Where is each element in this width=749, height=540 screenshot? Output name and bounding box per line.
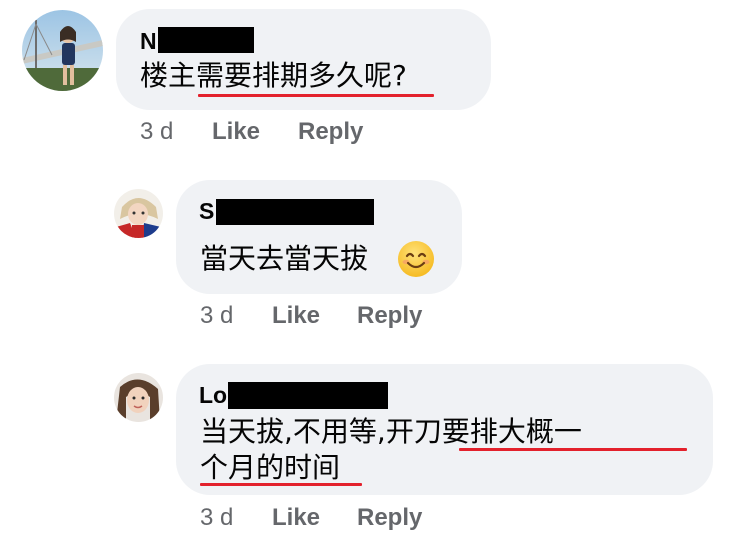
redacted-name-2 — [216, 199, 374, 225]
comment-text-3-underlined-a: 开刀要排大概一 — [385, 415, 582, 448]
reply-button-1[interactable]: Reply — [298, 120, 363, 144]
avatar-commenter-2[interactable] — [114, 189, 163, 238]
avatar-commenter-3[interactable] — [114, 373, 163, 422]
reply-button-3[interactable]: Reply — [357, 506, 422, 530]
avatar-photo — [22, 10, 103, 91]
comment-author-2[interactable]: S — [199, 200, 214, 223]
comment-time-1[interactable]: 3 d — [140, 120, 173, 144]
redacted-name-3 — [228, 382, 388, 409]
red-underline-1 — [198, 94, 434, 97]
red-underline-3a — [459, 448, 687, 451]
avatar-commenter-1[interactable] — [22, 10, 103, 91]
comment-author-3[interactable]: Lo — [199, 384, 227, 407]
comment-text-3-plain: 当天拔,不用等, — [200, 415, 386, 448]
comment-text-3-line-2: 个月的时间 — [200, 450, 340, 486]
smiling-face-emoji — [398, 241, 434, 277]
redacted-name-1 — [158, 27, 254, 53]
like-button-2[interactable]: Like — [272, 304, 320, 328]
comment-text-1-pre: 楼主 — [140, 59, 197, 92]
avatar-photo — [114, 373, 163, 422]
like-button-3[interactable]: Like — [272, 506, 320, 530]
red-underline-3b — [200, 483, 362, 486]
comment-text-1: 楼主需要排期多久呢? — [140, 58, 407, 94]
comment-text-3-underlined-b: 个月的时间 — [200, 451, 341, 484]
comment-time-2[interactable]: 3 d — [200, 304, 233, 328]
reply-button-2[interactable]: Reply — [357, 304, 422, 328]
comment-time-3[interactable]: 3 d — [200, 506, 233, 530]
comment-text-2: 當天去當天拔 — [200, 241, 368, 277]
avatar-photo — [114, 189, 163, 238]
comment-author-1[interactable]: N — [140, 30, 157, 53]
like-button-1[interactable]: Like — [212, 120, 260, 144]
comment-text-1-post: ? — [392, 59, 407, 92]
comment-text-2-body: 當天去當天拔 — [200, 242, 369, 275]
comment-text-1-underlined: 需要排期多久呢 — [196, 59, 393, 92]
comment-text-3-line-1: 当天拔,不用等,开刀要排大概一 — [200, 414, 582, 450]
